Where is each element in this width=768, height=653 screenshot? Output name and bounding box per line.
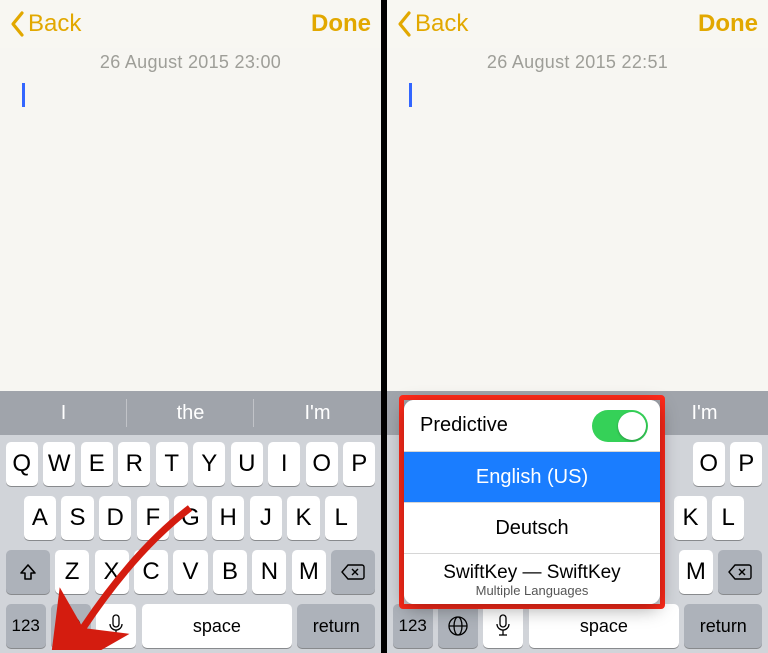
language-label: English (US) (476, 466, 588, 489)
key-o[interactable]: O (306, 442, 338, 486)
keyboard-option-swiftkey[interactable]: SwiftKey — SwiftKey Multiple Languages (404, 553, 660, 604)
text-cursor (409, 83, 412, 107)
key-dictation[interactable] (96, 604, 136, 648)
predictive-label: Predictive (420, 414, 508, 437)
key-t[interactable]: T (156, 442, 188, 486)
prediction-3[interactable]: I'm (254, 391, 381, 435)
keyboard-label: SwiftKey — SwiftKey (443, 563, 620, 582)
key-return[interactable]: return (297, 604, 375, 648)
key-numbers[interactable]: 123 (393, 604, 433, 648)
key-space[interactable]: space (142, 604, 292, 648)
key-m[interactable]: M (292, 550, 326, 594)
microphone-icon (494, 613, 512, 639)
microphone-icon (107, 613, 125, 639)
key-e[interactable]: E (81, 442, 113, 486)
key-p[interactable]: P (730, 442, 762, 486)
done-button[interactable]: Done (698, 10, 758, 38)
prediction-bar: I the I'm (0, 391, 381, 435)
key-l[interactable]: L (712, 496, 744, 540)
back-label: Back (415, 10, 468, 38)
backspace-icon (728, 563, 752, 581)
key-i[interactable]: I (268, 442, 300, 486)
back-button[interactable]: Back (397, 10, 468, 38)
prediction-2[interactable]: the (127, 391, 254, 435)
back-label: Back (28, 10, 81, 38)
highlight-annotation: Predictive English (US) Deutsch SwiftKey… (399, 395, 665, 609)
key-c[interactable]: C (134, 550, 168, 594)
key-backspace[interactable] (718, 550, 762, 594)
keyboard-sublabel: Multiple Languages (476, 583, 589, 598)
navbar: Back Done (387, 0, 768, 48)
text-cursor (22, 83, 25, 107)
chevron-left-icon (397, 10, 413, 38)
key-r[interactable]: R (118, 442, 150, 486)
key-f[interactable]: F (137, 496, 169, 540)
key-v[interactable]: V (173, 550, 207, 594)
key-u[interactable]: U (231, 442, 263, 486)
key-k[interactable]: K (674, 496, 706, 540)
key-m[interactable]: M (679, 550, 713, 594)
key-globe[interactable] (51, 604, 91, 648)
keyboard: Q W E R T Y U I O P A S D F G H J K L (0, 435, 381, 653)
key-y[interactable]: Y (193, 442, 225, 486)
key-l[interactable]: L (325, 496, 357, 540)
note-timestamp: 26 August 2015 23:00 (20, 52, 361, 73)
navbar: Back Done (0, 0, 381, 48)
key-p[interactable]: P (343, 442, 375, 486)
screenshot-right: Back Done 26 August 2015 22:51 I'm O P K… (387, 0, 768, 653)
key-dictation[interactable] (483, 604, 523, 648)
predictive-toggle-row[interactable]: Predictive (404, 400, 660, 451)
language-option-deutsch[interactable]: Deutsch (404, 502, 660, 553)
key-g[interactable]: G (174, 496, 206, 540)
key-b[interactable]: B (213, 550, 247, 594)
key-return[interactable]: return (684, 604, 762, 648)
prediction-1[interactable]: I (0, 391, 127, 435)
done-label: Done (311, 10, 371, 37)
key-z[interactable]: Z (55, 550, 89, 594)
key-k[interactable]: K (287, 496, 319, 540)
keyboard-language-menu: Predictive English (US) Deutsch SwiftKey… (404, 400, 660, 604)
key-q[interactable]: Q (6, 442, 38, 486)
language-label: Deutsch (495, 517, 568, 540)
key-space[interactable]: space (529, 604, 679, 648)
key-j[interactable]: J (250, 496, 282, 540)
key-a[interactable]: A (24, 496, 56, 540)
key-x[interactable]: X (95, 550, 129, 594)
key-w[interactable]: W (43, 442, 75, 486)
key-numbers[interactable]: 123 (6, 604, 46, 648)
key-shift[interactable] (6, 550, 50, 594)
key-h[interactable]: H (212, 496, 244, 540)
predictive-switch[interactable] (592, 410, 648, 442)
done-button[interactable]: Done (311, 10, 371, 38)
key-s[interactable]: S (61, 496, 93, 540)
key-globe[interactable] (438, 604, 478, 648)
keyboard-area: I the I'm Q W E R T Y U I O P A S D F (0, 391, 381, 653)
globe-icon (59, 614, 83, 638)
chevron-left-icon (10, 10, 26, 38)
note-timestamp: 26 August 2015 22:51 (407, 52, 748, 73)
note-area[interactable]: 26 August 2015 23:00 (0, 48, 381, 107)
back-button[interactable]: Back (10, 10, 81, 38)
shift-icon (18, 562, 38, 582)
backspace-icon (341, 563, 365, 581)
key-o[interactable]: O (693, 442, 725, 486)
key-n[interactable]: N (252, 550, 286, 594)
done-label: Done (698, 10, 758, 37)
screenshot-left: Back Done 26 August 2015 23:00 I the I'm… (0, 0, 381, 653)
key-d[interactable]: D (99, 496, 131, 540)
language-option-english[interactable]: English (US) (404, 451, 660, 502)
note-area[interactable]: 26 August 2015 22:51 (387, 48, 768, 107)
globe-icon (446, 614, 470, 638)
key-backspace[interactable] (331, 550, 375, 594)
